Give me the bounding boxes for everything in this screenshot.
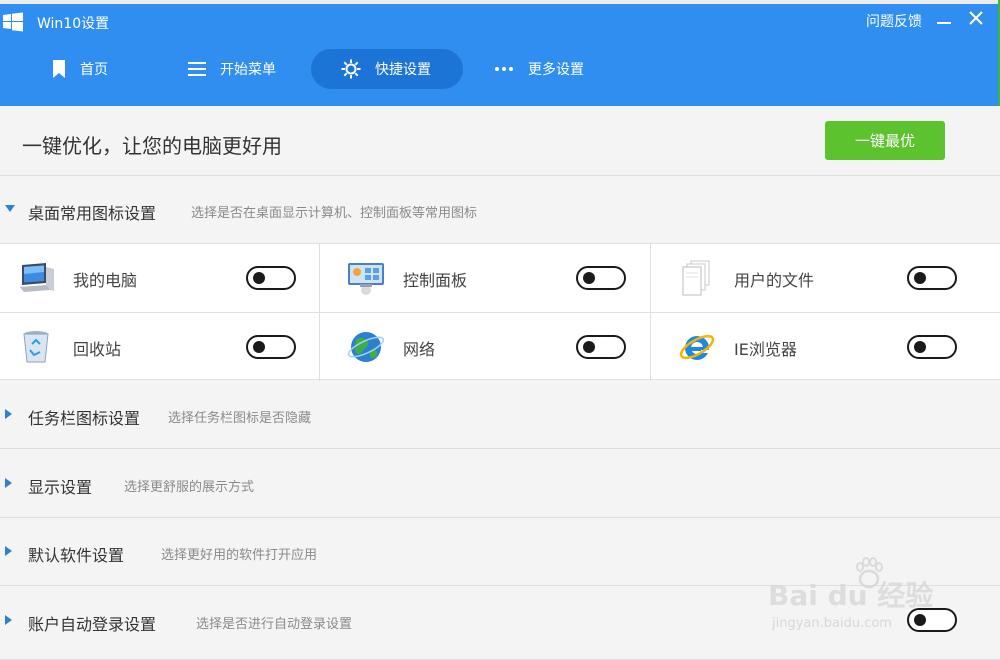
section-display[interactable]: 显示设置 选择更舒服的展示方式 [0,450,1000,518]
setting-label: IE浏览器 [734,340,797,359]
section-description: 选择任务栏图标是否隐藏 [168,411,312,426]
setting-label: 用户的文件 [734,271,815,290]
gear-icon [341,59,361,79]
watermark-brand: Bai du 经验 [768,579,934,612]
close-icon[interactable] [964,6,988,30]
section-description: 选择是否在桌面显示计算机、控制面板等常用图标 [191,206,478,221]
network-globe-icon [347,332,385,362]
dots-icon [495,67,513,71]
control-panel-icon [348,263,384,295]
toggle-knob [914,272,926,284]
caret-right-icon [5,546,12,556]
caret-right-icon [5,478,12,488]
toggle-network[interactable] [576,335,626,359]
tab-more-settings-label: 更多设置 [528,62,584,78]
tab-home[interactable]: 首页 [52,49,108,89]
toggle-knob [253,341,265,353]
setting-control-panel: 控制面板 [330,244,660,312]
ie-browser-icon [679,334,715,360]
toggle-user-files[interactable] [907,266,957,290]
window-top-strip [0,0,1000,4]
toggle-knob [583,272,595,284]
tab-start-menu-label: 开始菜单 [220,62,276,78]
tab-quick-settings[interactable]: 快捷设置 [311,49,463,89]
caret-down-icon [5,205,15,212]
desktop-icon-grid: 我的电脑 控制面板 用户的文件 回收站 网络 IE浏览器 [0,243,1000,381]
minimize-icon[interactable] [932,6,956,30]
setting-ie-browser: IE浏览器 [661,313,991,381]
toggle-recycle-bin[interactable] [246,335,296,359]
setting-label: 网络 [403,340,436,359]
tab-quick-settings-label: 快捷设置 [375,62,431,78]
section-description: 选择是否进行自动登录设置 [196,617,353,632]
optimize-banner: 一键优化，让您的电脑更好用 一键最优 [0,106,1000,176]
setting-label: 控制面板 [403,271,468,290]
toggle-knob [253,272,265,284]
one-click-optimize-button[interactable]: 一键最优 [825,121,945,160]
setting-label: 我的电脑 [73,271,138,290]
caret-right-icon [5,409,12,419]
watermark-url: jingyan.baidu.com [772,616,892,631]
section-description: 选择更舒服的展示方式 [124,480,255,495]
tab-start-menu[interactable]: 开始菜单 [188,49,276,89]
toggle-knob [914,341,926,353]
documents-icon [682,260,710,296]
title-header: Win10设置 问题反馈 首页 开始菜单 快捷设置 更多设置 [0,0,1000,106]
section-taskbar-icons[interactable]: 任务栏图标设置 选择任务栏图标是否隐藏 [0,381,1000,449]
menu-icon [188,62,206,76]
feedback-link[interactable]: 问题反馈 [866,11,922,31]
toggle-my-computer[interactable] [246,266,296,290]
toggle-ie-browser[interactable] [907,335,957,359]
bookmark-icon [53,60,65,78]
section-description: 选择更好用的软件打开应用 [161,548,318,563]
toggle-control-panel[interactable] [576,266,626,290]
section-desktop-icons[interactable]: 桌面常用图标设置 选择是否在桌面显示计算机、控制面板等常用图标 [0,176,1000,244]
tab-home-label: 首页 [80,62,108,78]
setting-my-computer: 我的电脑 [0,244,330,312]
tab-more-settings[interactable]: 更多设置 [494,49,584,89]
caret-right-icon [5,615,12,625]
optimize-headline: 一键优化，让您的电脑更好用 [22,134,282,158]
section-title: 桌面常用图标设置 [28,204,157,223]
section-title: 账户自动登录设置 [28,615,157,634]
section-title: 显示设置 [28,478,93,497]
recycle-bin-icon [23,331,49,363]
setting-network: 网络 [330,313,660,381]
setting-recycle-bin: 回收站 [0,313,330,381]
setting-user-files: 用户的文件 [661,244,991,312]
windows-logo-icon [3,12,23,32]
computer-icon [20,263,54,292]
baidu-watermark: Bai du 经验 jingyan.baidu.com [768,556,958,640]
setting-label: 回收站 [73,340,122,359]
section-title: 任务栏图标设置 [28,409,141,428]
app-title: Win10设置 [37,16,110,32]
section-title: 默认软件设置 [28,546,125,565]
toggle-knob [583,341,595,353]
app-window: Win10设置 问题反馈 首页 开始菜单 快捷设置 更多设置 一键优化，让您的电… [0,0,1000,660]
